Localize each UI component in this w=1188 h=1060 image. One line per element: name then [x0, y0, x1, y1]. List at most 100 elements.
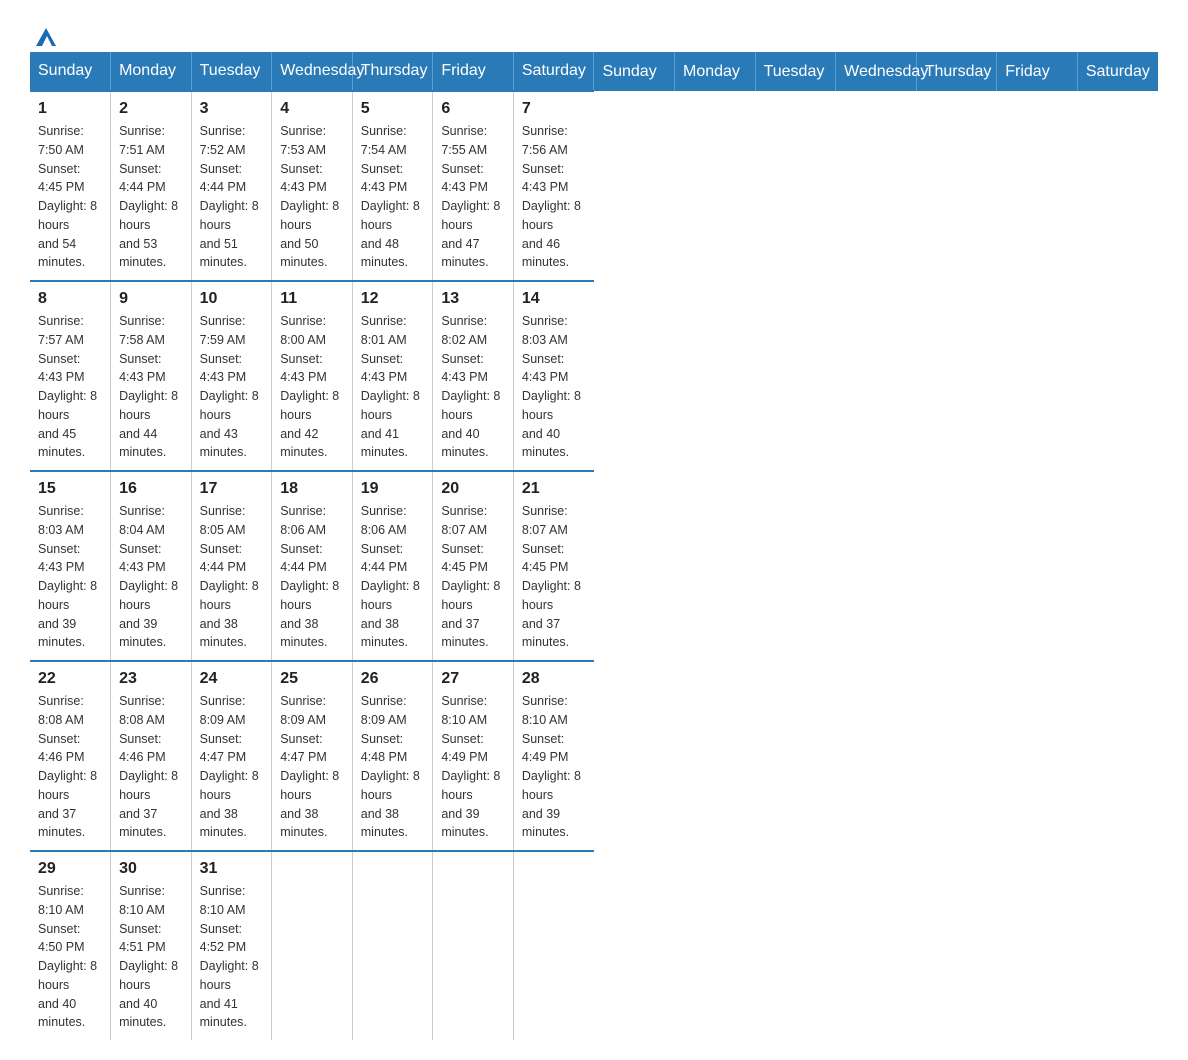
header-friday: Friday	[433, 52, 514, 91]
calendar-cell: 11 Sunrise: 8:00 AMSunset: 4:43 PMDayligh…	[272, 281, 353, 471]
day-info: Sunrise: 8:07 AMSunset: 4:45 PMDaylight:…	[441, 502, 505, 652]
logo-icon	[32, 22, 60, 50]
calendar-cell: 15Sunrise: 8:03 AMSunset: 4:43 PMDayligh…	[30, 471, 111, 661]
day-info: Sunrise: 8:00 AMSunset: 4:43 PMDaylight:…	[280, 312, 344, 462]
day-info: Sunrise: 8:10 AMSunset: 4:51 PMDaylight:…	[119, 882, 183, 1032]
day-number: 3	[200, 100, 264, 118]
calendar-cell: 27Sunrise: 8:10 AMSunset: 4:49 PMDayligh…	[433, 661, 514, 851]
day-number: 4	[280, 100, 344, 118]
day-info: Sunrise: 7:51 AMSunset: 4:44 PMDaylight:…	[119, 122, 183, 272]
day-number: 26	[361, 670, 425, 688]
day-info: Sunrise: 7:56 AMSunset: 4:43 PMDaylight:…	[522, 122, 586, 272]
calendar-cell: 9Sunrise: 7:58 AMSunset: 4:43 PMDaylight…	[111, 281, 192, 471]
header-thursday: Thursday	[352, 52, 433, 91]
calendar-cell: 13 Sunrise: 8:02 AMSunset: 4:43 PMDayligh…	[433, 281, 514, 471]
day-info: Sunrise: 7:52 AMSunset: 4:44 PMDaylight:…	[200, 122, 264, 272]
calendar-header-row: SundayMondayTuesdayWednesdayThursdayFrid…	[30, 52, 1158, 91]
day-number: 6	[441, 100, 505, 118]
day-number: 16	[119, 480, 183, 498]
calendar-cell: 2 Sunrise: 7:51 AMSunset: 4:44 PMDaylight…	[111, 91, 192, 281]
calendar-week-row: 22 Sunrise: 8:08 AMSunset: 4:46 PMDayligh…	[30, 661, 1158, 851]
day-info: Sunrise: 8:04 AMSunset: 4:43 PMDaylight:…	[119, 502, 183, 652]
calendar-cell: 29Sunrise: 8:10 AMSunset: 4:50 PMDayligh…	[30, 851, 111, 1040]
day-number: 14	[522, 290, 586, 308]
day-info: Sunrise: 8:01 AMSunset: 4:43 PMDaylight:…	[361, 312, 425, 462]
header-day-monday: Monday	[675, 52, 756, 91]
day-number: 10	[200, 290, 264, 308]
day-info: Sunrise: 8:06 AMSunset: 4:44 PMDaylight:…	[280, 502, 344, 652]
day-number: 15	[38, 480, 102, 498]
day-info: Sunrise: 8:05 AMSunset: 4:44 PMDaylight:…	[200, 502, 264, 652]
day-info: Sunrise: 8:09 AMSunset: 4:47 PMDaylight:…	[280, 692, 344, 842]
calendar-cell: 26 Sunrise: 8:09 AMSunset: 4:48 PMDayligh…	[352, 661, 433, 851]
calendar-cell: 21 Sunrise: 8:07 AMSunset: 4:45 PMDayligh…	[513, 471, 594, 661]
calendar-table: SundayMondayTuesdayWednesdayThursdayFrid…	[30, 52, 1158, 1040]
day-info: Sunrise: 8:10 AMSunset: 4:49 PMDaylight:…	[522, 692, 586, 842]
header-tuesday: Tuesday	[191, 52, 272, 91]
day-info: Sunrise: 7:50 AMSunset: 4:45 PMDaylight:…	[38, 122, 102, 272]
day-number: 31	[200, 860, 264, 878]
day-info: Sunrise: 8:09 AMSunset: 4:47 PMDaylight:…	[200, 692, 264, 842]
day-info: Sunrise: 8:06 AMSunset: 4:44 PMDaylight:…	[361, 502, 425, 652]
day-number: 23	[119, 670, 183, 688]
calendar-cell: 30 Sunrise: 8:10 AMSunset: 4:51 PMDayligh…	[111, 851, 192, 1040]
header-day-thursday: Thursday	[916, 52, 997, 91]
day-number: 20	[441, 480, 505, 498]
day-info: Sunrise: 8:07 AMSunset: 4:45 PMDaylight:…	[522, 502, 586, 652]
calendar-cell: 4 Sunrise: 7:53 AMSunset: 4:43 PMDaylight…	[272, 91, 353, 281]
day-number: 13	[441, 290, 505, 308]
calendar-cell: 28 Sunrise: 8:10 AMSunset: 4:49 PMDayligh…	[513, 661, 594, 851]
calendar-cell: 12 Sunrise: 8:01 AMSunset: 4:43 PMDayligh…	[352, 281, 433, 471]
calendar-cell: 10 Sunrise: 7:59 AMSunset: 4:43 PMDayligh…	[191, 281, 272, 471]
day-number: 9	[119, 290, 183, 308]
day-number: 2	[119, 100, 183, 118]
calendar-week-row: 1 Sunrise: 7:50 AMSunset: 4:45 PMDaylight…	[30, 91, 1158, 281]
day-info: Sunrise: 8:10 AMSunset: 4:52 PMDaylight:…	[200, 882, 264, 1032]
header-day-wednesday: Wednesday	[836, 52, 917, 91]
day-info: Sunrise: 7:57 AMSunset: 4:43 PMDaylight:…	[38, 312, 102, 462]
header-saturday: Saturday	[513, 52, 594, 91]
calendar-cell	[433, 851, 514, 1040]
header-wednesday: Wednesday	[272, 52, 353, 91]
day-number: 29	[38, 860, 102, 878]
header-day-sunday: Sunday	[594, 52, 675, 91]
calendar-cell: 1 Sunrise: 7:50 AMSunset: 4:45 PMDaylight…	[30, 91, 111, 281]
header-day-saturday: Saturday	[1077, 52, 1158, 91]
day-info: Sunrise: 7:55 AMSunset: 4:43 PMDaylight:…	[441, 122, 505, 272]
calendar-cell: 20 Sunrise: 8:07 AMSunset: 4:45 PMDayligh…	[433, 471, 514, 661]
day-info: Sunrise: 7:59 AMSunset: 4:43 PMDaylight:…	[200, 312, 264, 462]
calendar-cell	[352, 851, 433, 1040]
calendar-cell: 22 Sunrise: 8:08 AMSunset: 4:46 PMDayligh…	[30, 661, 111, 851]
day-number: 12	[361, 290, 425, 308]
day-number: 19	[361, 480, 425, 498]
day-number: 22	[38, 670, 102, 688]
day-number: 11	[280, 290, 344, 308]
calendar-week-row: 8 Sunrise: 7:57 AMSunset: 4:43 PMDaylight…	[30, 281, 1158, 471]
day-info: Sunrise: 8:02 AMSunset: 4:43 PMDaylight:…	[441, 312, 505, 462]
day-number: 1	[38, 100, 102, 118]
day-number: 21	[522, 480, 586, 498]
day-number: 28	[522, 670, 586, 688]
calendar-cell	[272, 851, 353, 1040]
day-info: Sunrise: 7:54 AMSunset: 4:43 PMDaylight:…	[361, 122, 425, 272]
calendar-cell: 17Sunrise: 8:05 AMSunset: 4:44 PMDayligh…	[191, 471, 272, 661]
calendar-cell: 19 Sunrise: 8:06 AMSunset: 4:44 PMDayligh…	[352, 471, 433, 661]
calendar-cell: 7 Sunrise: 7:56 AMSunset: 4:43 PMDaylight…	[513, 91, 594, 281]
calendar-cell: 8 Sunrise: 7:57 AMSunset: 4:43 PMDaylight…	[30, 281, 111, 471]
day-number: 7	[522, 100, 586, 118]
day-number: 8	[38, 290, 102, 308]
header-sunday: Sunday	[30, 52, 111, 91]
calendar-cell: 5Sunrise: 7:54 AMSunset: 4:43 PMDaylight…	[352, 91, 433, 281]
day-number: 18	[280, 480, 344, 498]
day-number: 24	[200, 670, 264, 688]
day-info: Sunrise: 7:53 AMSunset: 4:43 PMDaylight:…	[280, 122, 344, 272]
header-day-tuesday: Tuesday	[755, 52, 836, 91]
calendar-cell: 24 Sunrise: 8:09 AMSunset: 4:47 PMDayligh…	[191, 661, 272, 851]
day-number: 25	[280, 670, 344, 688]
day-info: Sunrise: 8:08 AMSunset: 4:46 PMDaylight:…	[38, 692, 102, 842]
day-info: Sunrise: 8:09 AMSunset: 4:48 PMDaylight:…	[361, 692, 425, 842]
day-number: 30	[119, 860, 183, 878]
calendar-cell: 25 Sunrise: 8:09 AMSunset: 4:47 PMDayligh…	[272, 661, 353, 851]
header-monday: Monday	[111, 52, 192, 91]
calendar-cell: 3 Sunrise: 7:52 AMSunset: 4:44 PMDaylight…	[191, 91, 272, 281]
